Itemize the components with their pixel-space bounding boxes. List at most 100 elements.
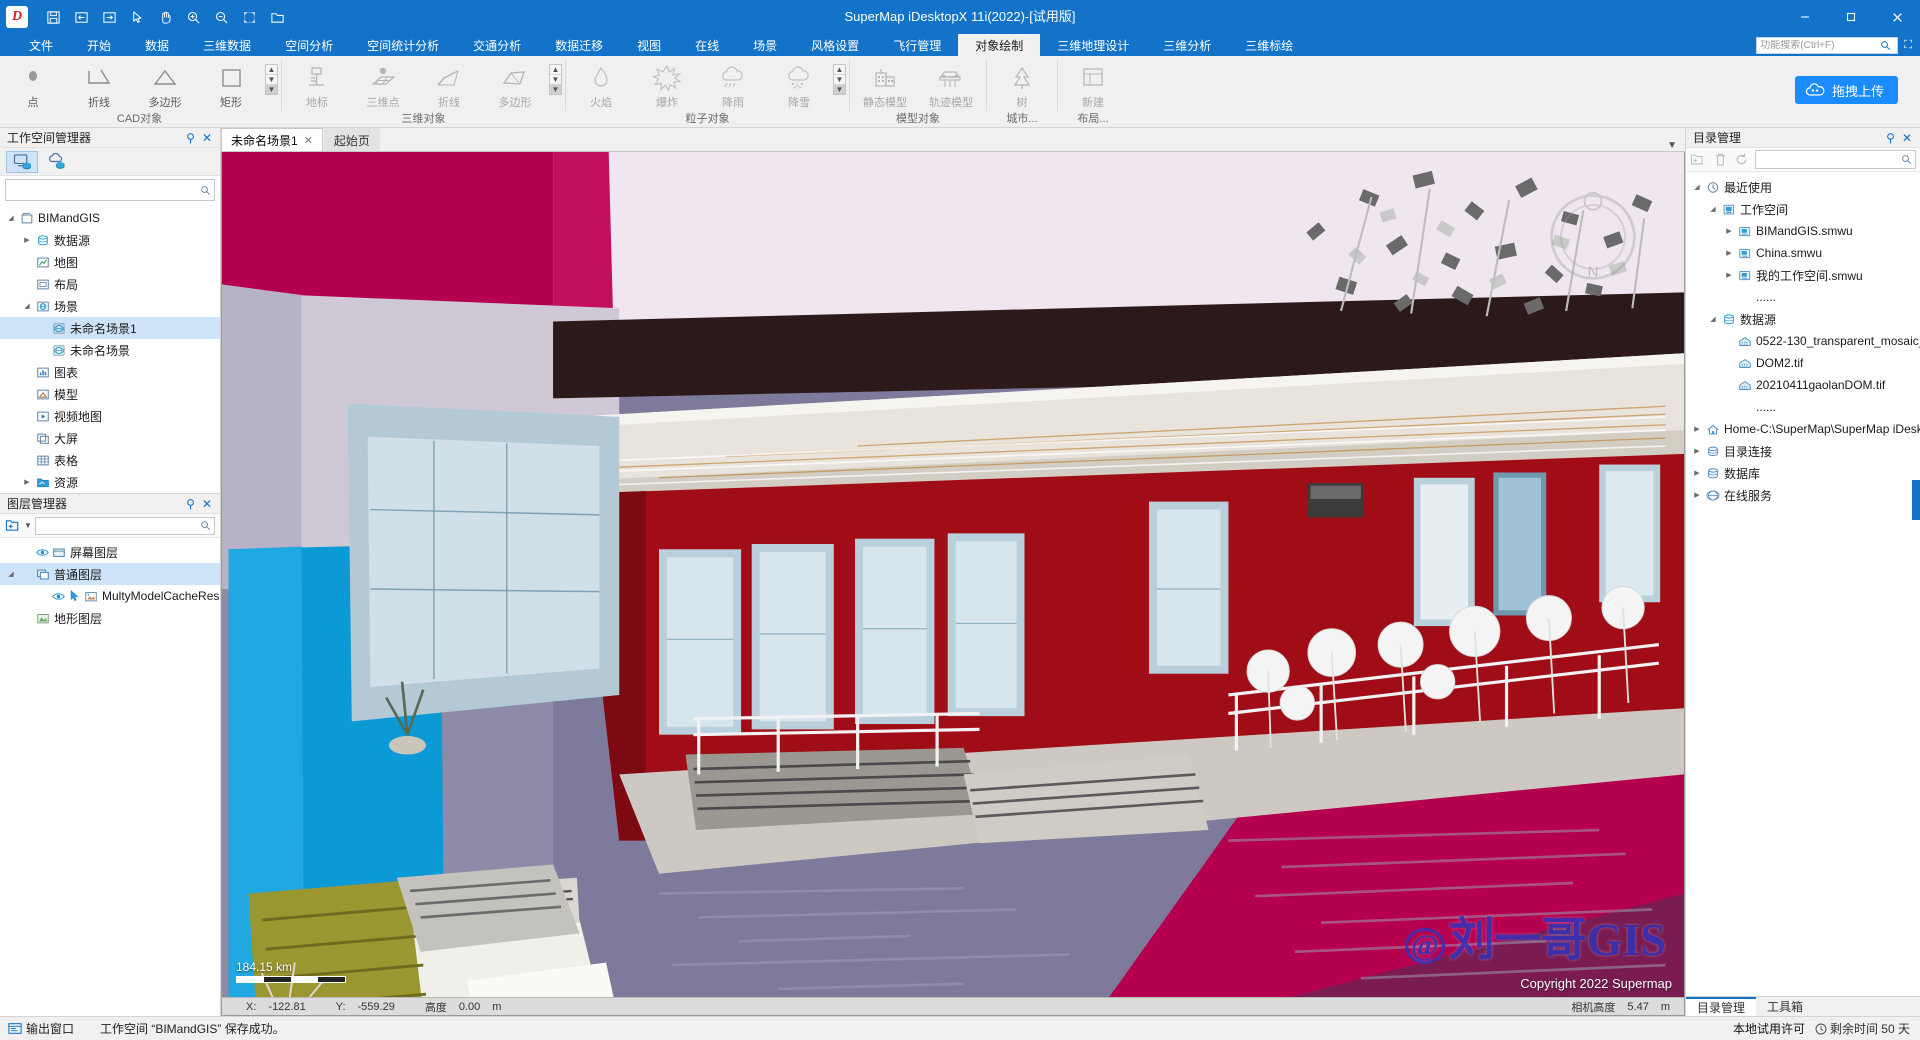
tree-twisty[interactable]: ▶ (1690, 425, 1704, 433)
catalog-tree[interactable]: ◢ 最近使用 ◢ 工作空间 ▶ BIMandGIS.smwu ▶ China.smwu ▶ 我的工… (1686, 172, 1920, 996)
twisty-closed-icon[interactable]: ▶ (1726, 227, 1731, 235)
ribbon-command-polygon[interactable]: 多边形 (132, 60, 198, 110)
tree-twisty[interactable]: ◢ (1690, 183, 1704, 191)
twisty-closed-icon[interactable]: ▶ (1694, 425, 1699, 433)
ribbon-command-rain-cloud[interactable]: 降雨 (700, 60, 766, 110)
tree-node[interactable]: ▶ 数据源 (0, 229, 220, 251)
layer-filter-input[interactable] (38, 519, 200, 532)
ribbon-tab-5[interactable]: 空间统计分析 (350, 34, 456, 56)
layer-filter-box[interactable] (34, 516, 215, 535)
gallery-down-icon[interactable]: ▼ (550, 75, 561, 85)
ribbon-expand-icon[interactable]: ⛶ (1902, 39, 1914, 52)
tree-node[interactable]: 布局 (0, 273, 220, 295)
ribbon-tab-2[interactable]: 数据 (128, 34, 186, 56)
layer-visibility-icon[interactable] (50, 591, 66, 602)
twisty-open-icon[interactable]: ◢ (1710, 315, 1715, 323)
tree-node[interactable]: ▶ 数据库 (1686, 462, 1920, 484)
tree-node[interactable]: ▶ 资源 (0, 471, 220, 493)
close-icon[interactable]: ✕ (202, 498, 212, 510)
tree-node[interactable]: MultyModelCacheResult (0, 585, 220, 607)
layer-visibility-icon[interactable] (34, 547, 50, 558)
new-folder-icon[interactable] (1690, 150, 1707, 170)
ribbon-tab-4[interactable]: 空间分析 (268, 34, 350, 56)
twisty-closed-icon[interactable]: ▶ (1726, 249, 1731, 257)
tree-twisty[interactable]: ▶ (1722, 271, 1736, 279)
pin-icon[interactable]: ⚲ (186, 132, 195, 144)
ribbon-command-car-track[interactable]: 轨迹模型 (918, 60, 984, 110)
ribbon-command-tree[interactable]: 树 (989, 60, 1055, 110)
ribbon-command-polyline[interactable]: 折线 (66, 60, 132, 110)
zoom-in-icon[interactable] (180, 5, 206, 29)
tree-twisty[interactable]: ◢ (4, 214, 18, 222)
pin-icon[interactable]: ⚲ (1886, 132, 1895, 144)
ribbon-command-explosion[interactable]: 爆炸 (634, 60, 700, 110)
catalog-search-box[interactable] (1755, 150, 1917, 169)
gallery-up-icon[interactable]: ▲ (550, 65, 561, 75)
tree-node[interactable]: ◢ 工作空间 (1686, 198, 1920, 220)
ribbon-tab-11[interactable]: 风格设置 (794, 34, 876, 56)
layer-selectable-icon[interactable] (66, 590, 82, 602)
ribbon-tab-1[interactable]: 开始 (70, 34, 128, 56)
tree-node[interactable]: ▶ China.smwu (1686, 242, 1920, 264)
cloud-workspace-tab[interactable] (41, 151, 73, 173)
ribbon-command-rectangle[interactable]: 矩形 (198, 60, 264, 110)
tree-node[interactable]: 地图 (0, 251, 220, 273)
ribbon-tab-14[interactable]: 三维地理设计 (1040, 34, 1146, 56)
ribbon-tab-0[interactable]: 文件 (12, 34, 70, 56)
tree-twisty[interactable]: ▶ (1690, 491, 1704, 499)
tree-twisty[interactable]: ▶ (20, 236, 34, 244)
document-tab-1[interactable]: 起始页 (323, 128, 380, 151)
tree-node[interactable]: ...... (1686, 286, 1920, 308)
ribbon-tab-12[interactable]: 飞行管理 (876, 34, 958, 56)
twisty-open-icon[interactable]: ◢ (1694, 183, 1699, 191)
twisty-closed-icon[interactable]: ▶ (1726, 271, 1731, 279)
tree-node[interactable]: ▶ BIMandGIS.smwu (1686, 220, 1920, 242)
ribbon-gallery-scroll[interactable]: ▲ ▼ ▼ (265, 64, 278, 95)
catalog-bottom-tab-0[interactable]: 目录管理 (1686, 997, 1757, 1016)
zoom-out-icon[interactable] (208, 5, 234, 29)
workspace-filter-input[interactable] (9, 184, 200, 196)
tree-node[interactable]: 未命名场景 (0, 339, 220, 361)
close-icon[interactable]: ✕ (202, 132, 212, 144)
pin-icon[interactable]: ⚲ (186, 498, 195, 510)
gallery-down-icon[interactable]: ▼ (266, 75, 277, 85)
twisty-open-icon[interactable]: ◢ (8, 214, 13, 222)
twisty-closed-icon[interactable]: ▶ (24, 236, 29, 244)
twisty-closed-icon[interactable]: ▶ (1694, 447, 1699, 455)
ribbon-command-new-layout[interactable]: 新建 (1060, 60, 1126, 110)
catalog-bottom-tab-1[interactable]: 工具箱 (1756, 997, 1814, 1016)
maximize-button[interactable] (1828, 0, 1874, 34)
twisty-open-icon[interactable]: ◢ (1710, 205, 1715, 213)
tree-twisty[interactable]: ◢ (1706, 315, 1720, 323)
function-search-box[interactable] (1756, 36, 1899, 54)
output-window-button[interactable]: 输出窗口 (0, 1020, 82, 1037)
ribbon-command-flame[interactable]: 火焰 (568, 60, 634, 110)
ribbon-tab-16[interactable]: 三维标绘 (1228, 34, 1310, 56)
close-icon[interactable]: ✕ (1902, 132, 1912, 144)
ribbon-tab-15[interactable]: 三维分析 (1146, 34, 1228, 56)
document-tab-0[interactable]: 未命名场景1 ✕ (221, 128, 323, 151)
ribbon-tab-7[interactable]: 数据迁移 (538, 34, 620, 56)
ribbon-command-snow-cloud[interactable]: 降雪 (766, 60, 832, 110)
minimize-button[interactable] (1782, 0, 1828, 34)
workspace-tree[interactable]: ◢ BIMandGIS ▶ 数据源 地图 布局 ◢ 场景 未命名场景1 未命名场景 图表 模型 视频地图… (0, 204, 220, 493)
gallery-more-icon[interactable]: ▼ (834, 85, 845, 94)
catalog-search-input[interactable] (1759, 153, 1902, 166)
tree-node[interactable]: 地形图层 (0, 607, 220, 629)
full-extent-icon[interactable] (236, 5, 262, 29)
pan-hand-icon[interactable] (152, 5, 178, 29)
undo-icon[interactable] (68, 5, 94, 29)
ribbon-tab-10[interactable]: 场景 (736, 34, 794, 56)
tree-node[interactable]: ◢ 场景 (0, 295, 220, 317)
function-search-input[interactable] (1760, 39, 1881, 51)
ribbon-command-landmark[interactable]: 地标 (284, 60, 350, 110)
select-arrow-icon[interactable] (124, 5, 150, 29)
scene-scroll-indicator[interactable] (1912, 480, 1920, 520)
tree-node[interactable]: 屏幕图层 (0, 541, 220, 563)
drag-upload-button[interactable]: 拖拽上传 (1794, 76, 1898, 104)
tree-twisty[interactable]: ▶ (1722, 227, 1736, 235)
twisty-open-icon[interactable]: ◢ (8, 570, 13, 578)
gallery-more-icon[interactable]: ▼ (550, 85, 561, 94)
tree-twisty[interactable]: ◢ (1706, 205, 1720, 213)
ribbon-command-polygon3d[interactable]: 多边形 (482, 60, 548, 110)
